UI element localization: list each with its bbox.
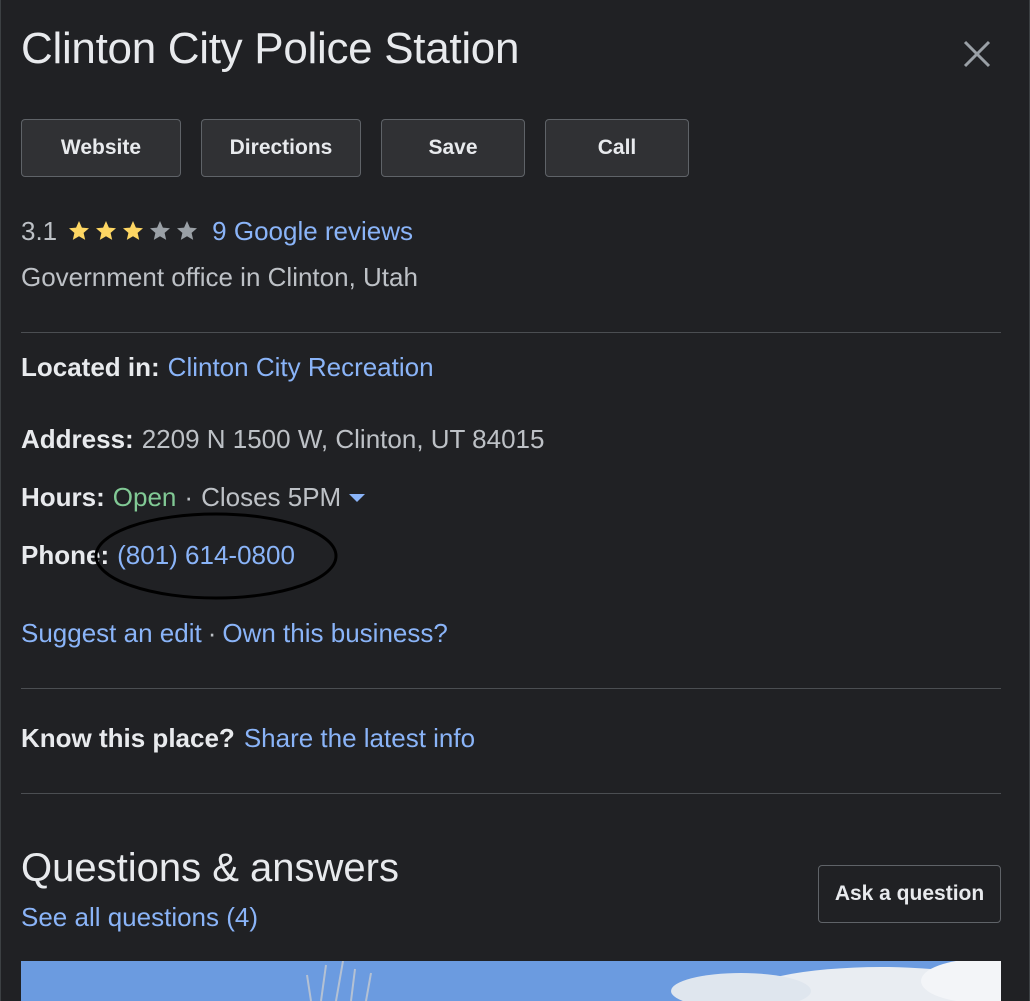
located-in-label: Located in:	[21, 352, 160, 382]
qa-title: Questions & answers	[21, 846, 399, 890]
place-category: Government office in Clinton, Utah	[21, 262, 418, 292]
save-button[interactable]: Save	[381, 119, 525, 177]
hours-label: Hours:	[21, 482, 105, 512]
hours-separator: ·	[184, 482, 194, 512]
website-button[interactable]: Website	[21, 119, 181, 177]
hours-closes[interactable]: Closes 5PM	[201, 482, 341, 513]
photo-image	[21, 961, 1001, 1001]
place-title: Clinton City Police Station	[21, 24, 520, 73]
divider	[21, 688, 1001, 689]
suggest-edit-link[interactable]: Suggest an edit	[21, 618, 202, 649]
phone-link[interactable]: (801) 614-0800	[117, 540, 295, 571]
hours-status: Open	[112, 482, 177, 512]
know-place-label: Know this place?	[21, 723, 235, 753]
star-icon	[96, 221, 117, 240]
reviews-link[interactable]: 9 Google reviews	[212, 216, 413, 247]
directions-button[interactable]: Directions	[201, 119, 361, 177]
star-icon	[69, 221, 90, 240]
hours-row: Hours: Open · Closes 5PM	[21, 482, 366, 513]
close-button[interactable]	[959, 36, 995, 72]
rating-row: 3.1 9 Google reviews	[21, 214, 413, 248]
ask-question-button[interactable]: Ask a question	[818, 865, 1001, 923]
star-icon	[123, 221, 144, 240]
own-business-link[interactable]: Own this business?	[222, 618, 447, 649]
place-panel: Clinton City Police Station Website Dire…	[0, 0, 1030, 1001]
address-row: Address: 2209 N 1500 W, Clinton, UT 8401…	[21, 424, 544, 455]
divider	[21, 793, 1001, 794]
know-place-row: Know this place? Share the latest info	[21, 723, 475, 754]
star-icon	[150, 221, 171, 240]
located-in-row: Located in: Clinton City Recreation	[21, 352, 434, 383]
edit-separator: ·	[207, 618, 217, 648]
star-icon	[177, 221, 198, 240]
see-all-questions-link[interactable]: See all questions (4)	[21, 902, 258, 933]
address-label: Address:	[21, 424, 134, 454]
share-info-link[interactable]: Share the latest info	[244, 723, 475, 754]
rating-value: 3.1	[21, 215, 58, 246]
edit-row: Suggest an edit · Own this business?	[21, 618, 448, 649]
located-in-link[interactable]: Clinton City Recreation	[168, 352, 434, 383]
close-icon	[963, 40, 991, 68]
address-value: 2209 N 1500 W, Clinton, UT 84015	[141, 424, 545, 454]
phone-label: Phone:	[21, 540, 110, 570]
divider	[21, 332, 1001, 333]
call-button[interactable]: Call	[545, 119, 689, 177]
phone-row: Phone: (801) 614-0800	[21, 540, 295, 571]
star-rating	[67, 219, 202, 243]
place-photo[interactable]	[21, 961, 1001, 1001]
chevron-down-icon[interactable]	[349, 493, 366, 502]
